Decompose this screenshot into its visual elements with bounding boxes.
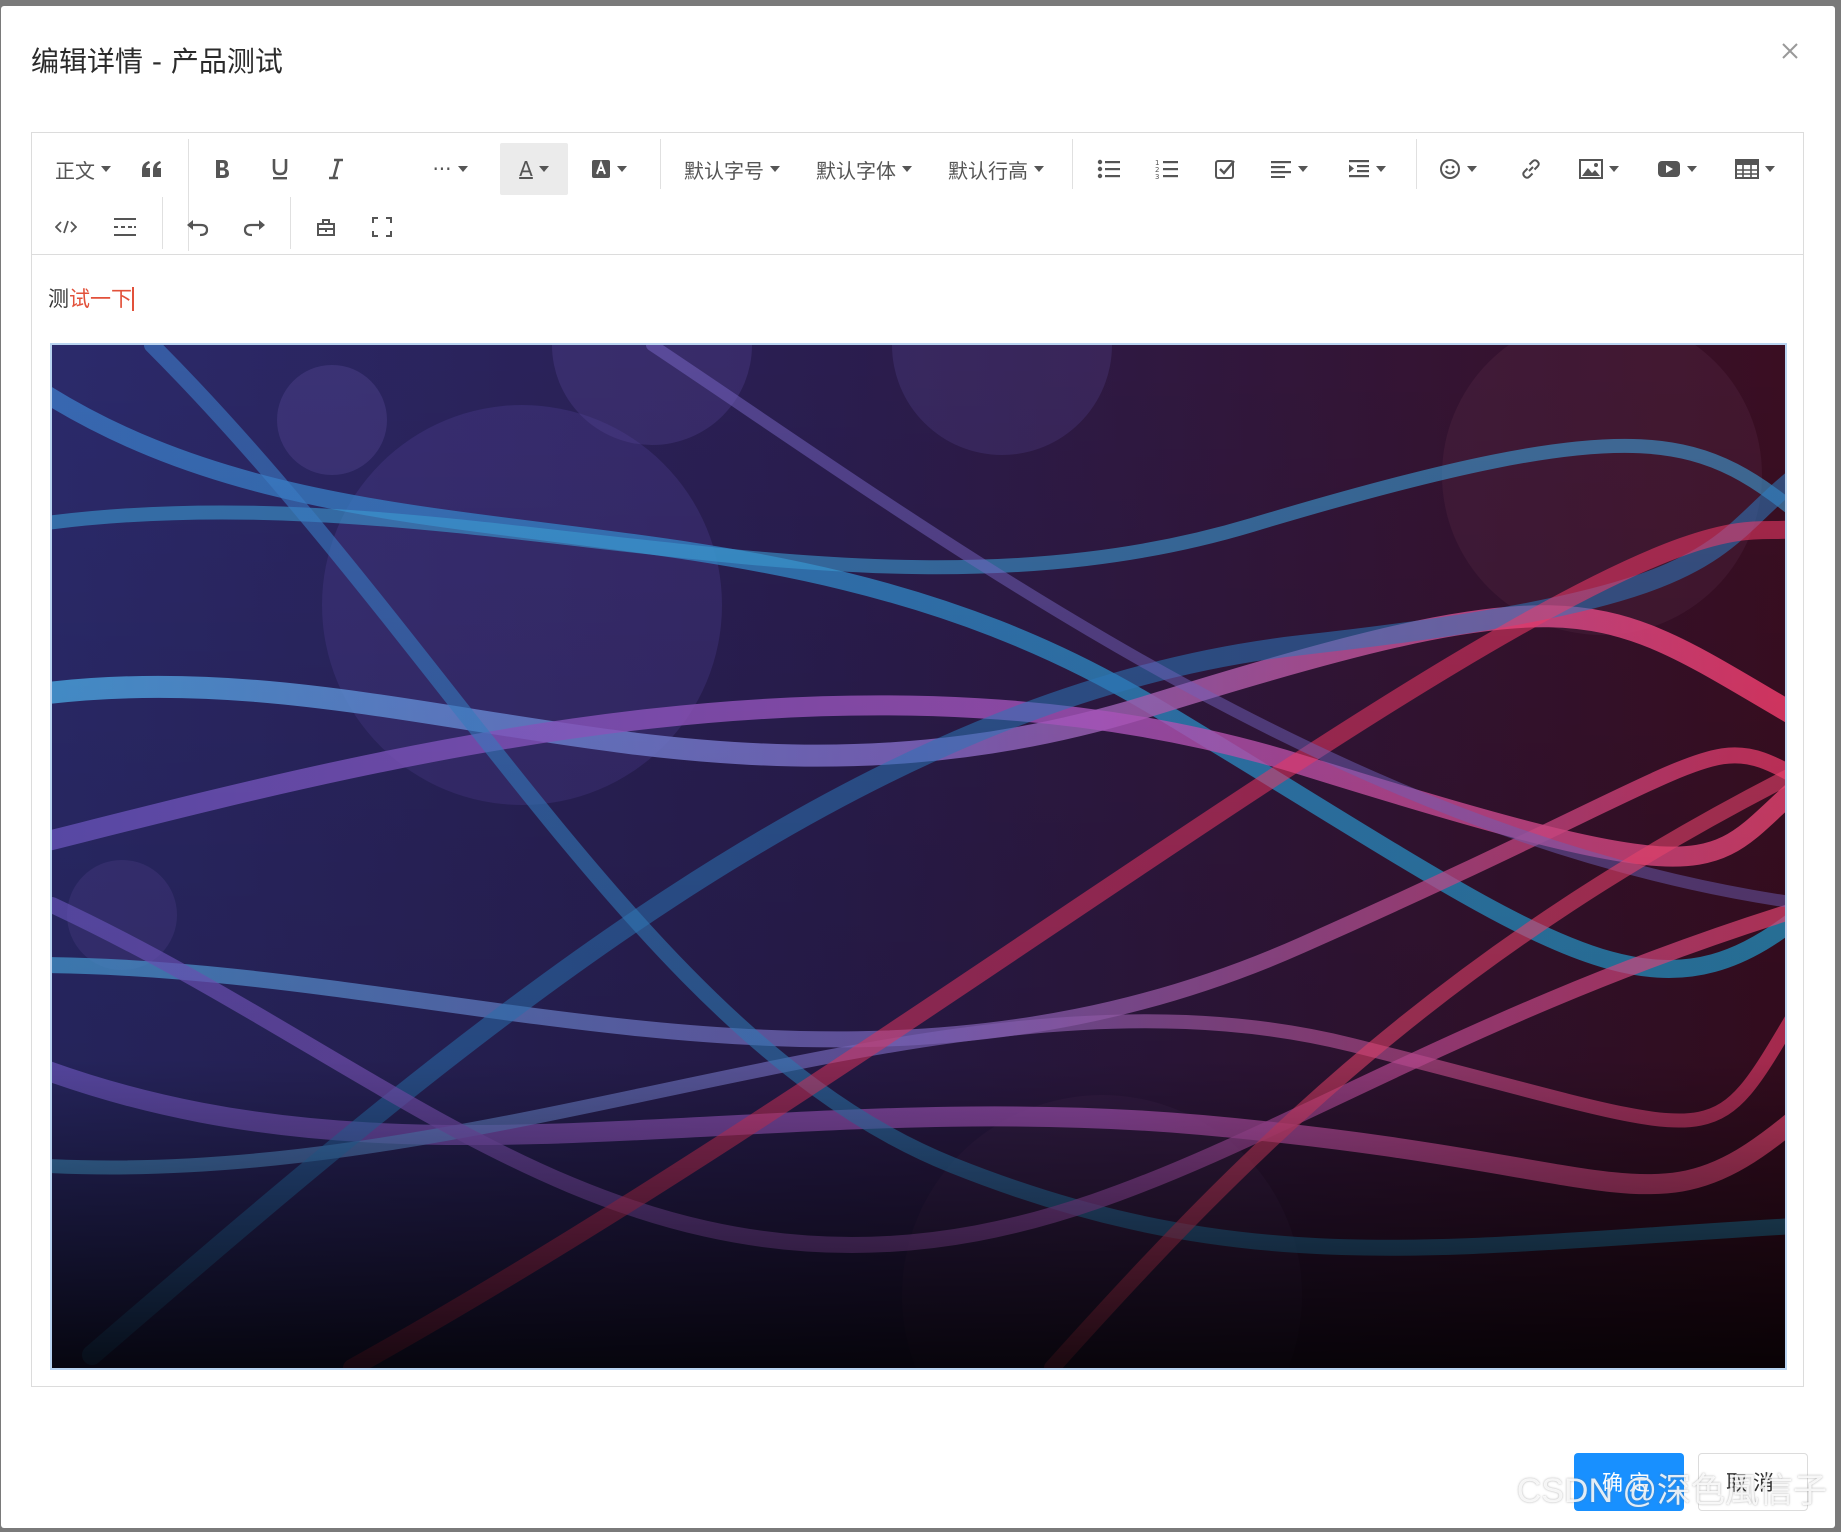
line-height-label: 默认行高 <box>948 158 1028 183</box>
line-height-dropdown[interactable]: 默认行高 <box>936 143 1056 195</box>
embedded-image[interactable] <box>50 343 1787 1370</box>
blockquote-icon[interactable] <box>130 143 174 195</box>
more-format-dropdown[interactable]: ··· <box>424 143 476 195</box>
table-insert-icon[interactable] <box>1724 143 1786 195</box>
image-insert-icon[interactable] <box>1568 143 1630 195</box>
abstract-waves-image <box>52 345 1785 1368</box>
clear-format-icon[interactable] <box>302 201 350 253</box>
heading-label: 正文 <box>55 158 95 183</box>
justify-dropdown-icon[interactable] <box>1258 143 1320 195</box>
indent-dropdown-icon[interactable] <box>1336 143 1398 195</box>
watermark: CSDN @深色風信子 <box>1516 1472 1827 1510</box>
bullet-list-icon[interactable] <box>1084 143 1134 195</box>
bold-icon[interactable] <box>200 143 244 195</box>
code-icon[interactable] <box>44 201 88 253</box>
italic-icon[interactable] <box>314 143 358 195</box>
font-color-dropdown[interactable]: A <box>500 143 568 195</box>
editor-toolbar: 正文 ··· A 默认字号 默认字体 默认行高 1 2 3 <box>32 133 1803 255</box>
font-size-label: 默认字号 <box>684 158 764 183</box>
redo-icon[interactable] <box>230 201 278 253</box>
edit-dialog: 编辑详情 - 产品测试 正文 ··· A 默认字号 默认字体 默认行高 1 2 … <box>1 6 1835 1528</box>
text-cursor <box>132 287 134 311</box>
font-family-label: 默认字体 <box>816 158 896 183</box>
paragraph-text-colored: 试一下 <box>69 287 132 311</box>
close-icon[interactable] <box>1775 36 1805 66</box>
todo-checkbox-icon[interactable] <box>1200 143 1250 195</box>
font-size-dropdown[interactable]: 默认字号 <box>672 143 792 195</box>
undo-icon[interactable] <box>174 201 222 253</box>
svg-text:3: 3 <box>1155 173 1159 180</box>
background-color-icon[interactable] <box>580 143 638 195</box>
divider-icon[interactable] <box>100 201 150 253</box>
emoji-icon[interactable] <box>1428 143 1488 195</box>
underline-icon[interactable] <box>258 143 302 195</box>
more-label: ··· <box>432 157 452 181</box>
paragraph-text-black: 测 <box>48 287 69 311</box>
dialog-title: 编辑详情 - 产品测试 <box>31 45 283 78</box>
font-family-dropdown[interactable]: 默认字体 <box>804 143 924 195</box>
heading-dropdown[interactable]: 正文 <box>44 143 122 195</box>
rich-text-editor: 正文 ··· A 默认字号 默认字体 默认行高 1 2 3 测试一下 <box>31 132 1804 1387</box>
numbered-list-icon[interactable]: 123 <box>1142 143 1192 195</box>
content-paragraph[interactable]: 测试一下 <box>48 283 134 313</box>
video-insert-icon[interactable] <box>1646 143 1708 195</box>
fullscreen-icon[interactable] <box>358 201 406 253</box>
font-color-label: A <box>519 157 533 181</box>
link-icon[interactable] <box>1506 143 1556 195</box>
